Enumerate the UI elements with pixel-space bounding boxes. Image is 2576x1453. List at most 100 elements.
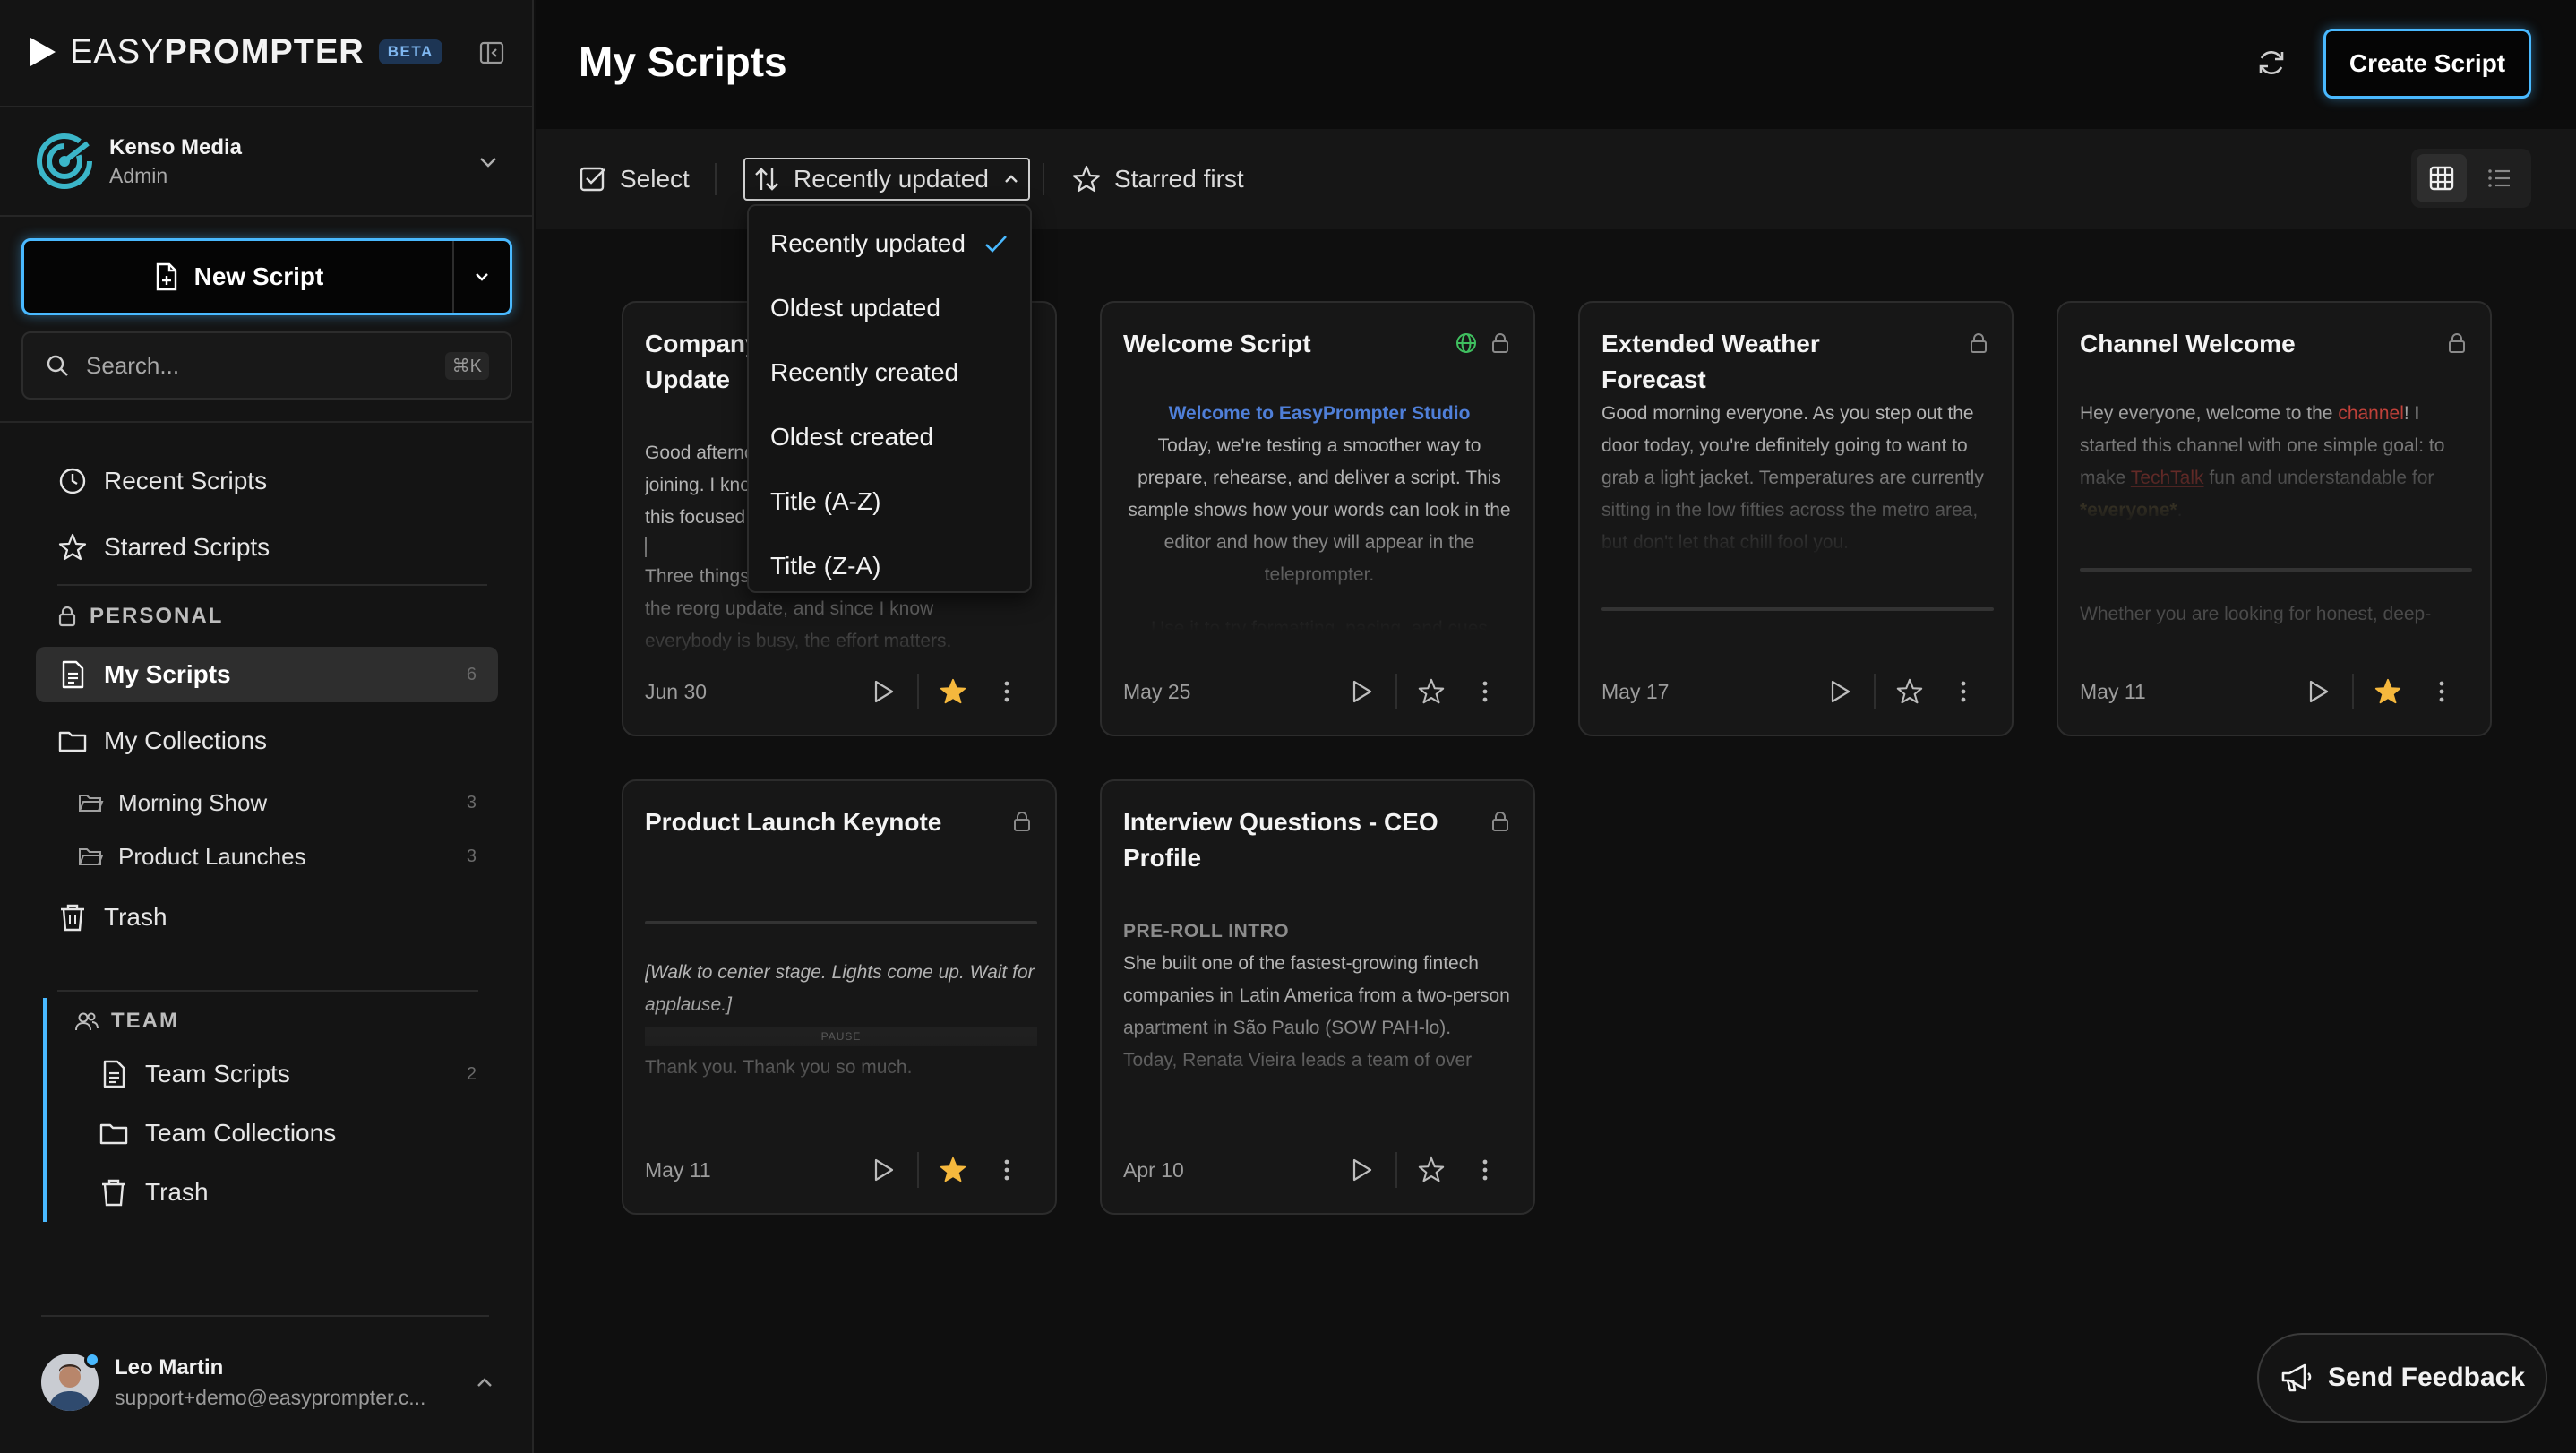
script-card[interactable]: Interview Questions - CEO Profile PRE-RO… — [1100, 779, 1535, 1215]
sort-option[interactable]: Title (Z-A) — [749, 534, 1030, 598]
play-button[interactable] — [1335, 669, 1388, 714]
chevron-up-icon — [477, 1378, 492, 1387]
sort-option[interactable]: Title (A-Z) — [749, 469, 1030, 534]
card-preview: [Walk to center stage. Lights come up. W… — [645, 957, 1037, 1118]
avatar — [41, 1352, 100, 1411]
preview-line: everybody is busy, the effort matters. — [645, 631, 952, 651]
org-logo-icon — [37, 133, 92, 189]
star-button[interactable] — [1404, 669, 1458, 714]
beta-badge: BETA — [378, 39, 442, 64]
more-menu-button[interactable] — [1458, 1148, 1512, 1192]
refresh-icon[interactable] — [2255, 47, 2288, 79]
preview-text: fun and understandable for — [2203, 468, 2434, 488]
star-button[interactable] — [926, 1148, 980, 1192]
org-switcher[interactable]: Kenso Media Admin — [36, 133, 502, 190]
sort-option[interactable]: Recently updated — [749, 211, 1030, 276]
select-button[interactable]: Select — [579, 158, 690, 201]
pause-marker: PAUSE — [645, 1027, 1037, 1046]
collection-product-launches[interactable]: Product Launches 3 — [77, 831, 498, 881]
nav-count: 2 — [466, 1063, 477, 1084]
user-menu[interactable]: Leo Martin support+demo@easyprompter.c..… — [41, 1351, 498, 1414]
collection-morning-show[interactable]: Morning Show 3 — [77, 778, 498, 828]
script-card[interactable]: Product Launch Keynote [Walk to center s… — [622, 779, 1057, 1215]
view-toggle — [2411, 149, 2531, 208]
starred-first-toggle[interactable]: Starred first — [1071, 158, 1244, 201]
card-footer: May 11 — [645, 1143, 1034, 1197]
nav-my-scripts[interactable]: My Scripts 6 — [36, 647, 498, 702]
preview-faded: Today, Renata Vieira leads a team of ove… — [1123, 1050, 1473, 1070]
collapse-sidebar-icon[interactable] — [478, 39, 505, 66]
more-menu-button[interactable] — [980, 669, 1034, 714]
new-script-button[interactable]: New Script — [24, 241, 452, 313]
divider — [1043, 163, 1044, 195]
preview-emphasis: *everyone* — [2080, 500, 2177, 520]
script-card[interactable]: Welcome Script Welcome to EasyPrompter S… — [1100, 301, 1535, 736]
lock-icon — [1492, 812, 1508, 831]
brand-name: EASYPROMPTER — [70, 32, 365, 71]
more-menu-button[interactable] — [2415, 669, 2469, 714]
search-placeholder: Search... — [86, 351, 180, 379]
sort-option[interactable]: Oldest updated — [749, 276, 1030, 340]
script-card[interactable]: Extended Weather Forecast Good morning e… — [1578, 301, 2014, 736]
play-button[interactable] — [2291, 669, 2345, 714]
nav-starred-scripts[interactable]: Starred Scripts — [36, 520, 498, 575]
card-footer: May 17 — [1601, 665, 1990, 718]
card-title: Interview Questions - CEO Profile — [1123, 808, 1438, 872]
select-label: Select — [620, 165, 690, 193]
megaphone-icon — [2281, 1363, 2312, 1392]
user-email: support+demo@easyprompter.c... — [115, 1385, 426, 1409]
play-button[interactable] — [1813, 669, 1867, 714]
user-name: Leo Martin — [115, 1354, 224, 1380]
page-break-rule — [2080, 568, 2472, 572]
preview-link: TechTalk — [2130, 468, 2204, 488]
sort-option[interactable]: Recently created — [749, 340, 1030, 405]
sort-option-label: Recently created — [770, 358, 959, 386]
collection-count: 3 — [466, 792, 477, 812]
preview-faded: Whether you are looking for honest, deep… — [2080, 604, 2432, 624]
card-date: Jun 30 — [645, 679, 708, 703]
new-script-dropdown-button[interactable] — [452, 241, 510, 313]
sort-arrows-icon — [755, 168, 778, 191]
star-button[interactable] — [1404, 1148, 1458, 1192]
document-icon — [62, 660, 84, 689]
script-card[interactable]: Channel Welcome Hey everyone, welcome to… — [2057, 301, 2492, 736]
nav-label: My Scripts — [104, 660, 231, 688]
nav-team-scripts[interactable]: Team Scripts 2 — [77, 1046, 498, 1102]
sort-option-label: Oldest updated — [770, 294, 940, 322]
sort-option[interactable]: Oldest created — [749, 405, 1030, 469]
sort-dropdown-button[interactable]: Recently updated — [743, 158, 1030, 201]
more-menu-button[interactable] — [980, 1148, 1034, 1192]
play-button[interactable] — [856, 1148, 910, 1192]
play-button[interactable] — [1335, 1148, 1388, 1192]
open-folder-icon — [79, 848, 104, 865]
card-footer: Apr 10 — [1123, 1143, 1512, 1197]
nav-trash[interactable]: Trash — [36, 890, 498, 945]
search-input[interactable]: Search... ⌘K — [21, 331, 512, 400]
nav-recent-scripts[interactable]: Recent Scripts — [36, 453, 498, 509]
more-vertical-icon — [1482, 681, 1488, 702]
star-filled-icon — [940, 678, 966, 704]
card-date: May 17 — [1601, 679, 1670, 703]
more-menu-button[interactable] — [1458, 669, 1512, 714]
collection-label: Product Launches — [118, 842, 306, 870]
document-icon — [103, 1060, 125, 1088]
send-feedback-button[interactable]: Send Feedback — [2257, 1333, 2547, 1423]
star-button[interactable] — [926, 669, 980, 714]
list-view-button[interactable] — [2474, 154, 2524, 202]
nav-team-trash[interactable]: Trash — [77, 1165, 498, 1220]
trash-icon — [102, 1179, 125, 1207]
folder-icon — [58, 731, 87, 752]
create-script-button[interactable]: Create Script — [2323, 29, 2531, 99]
star-button[interactable] — [1883, 669, 1936, 714]
play-button[interactable] — [856, 669, 910, 714]
divider — [917, 1152, 919, 1188]
play-icon — [874, 1158, 894, 1182]
brand[interactable]: EASYPROMPTER BETA — [29, 32, 442, 72]
users-icon — [75, 1012, 99, 1031]
collection-count: 3 — [466, 846, 477, 866]
more-menu-button[interactable] — [1936, 669, 1990, 714]
grid-view-button[interactable] — [2417, 154, 2467, 202]
nav-my-collections[interactable]: My Collections — [36, 713, 498, 769]
nav-team-collections[interactable]: Team Collections — [77, 1105, 498, 1161]
star-button[interactable] — [2361, 669, 2415, 714]
